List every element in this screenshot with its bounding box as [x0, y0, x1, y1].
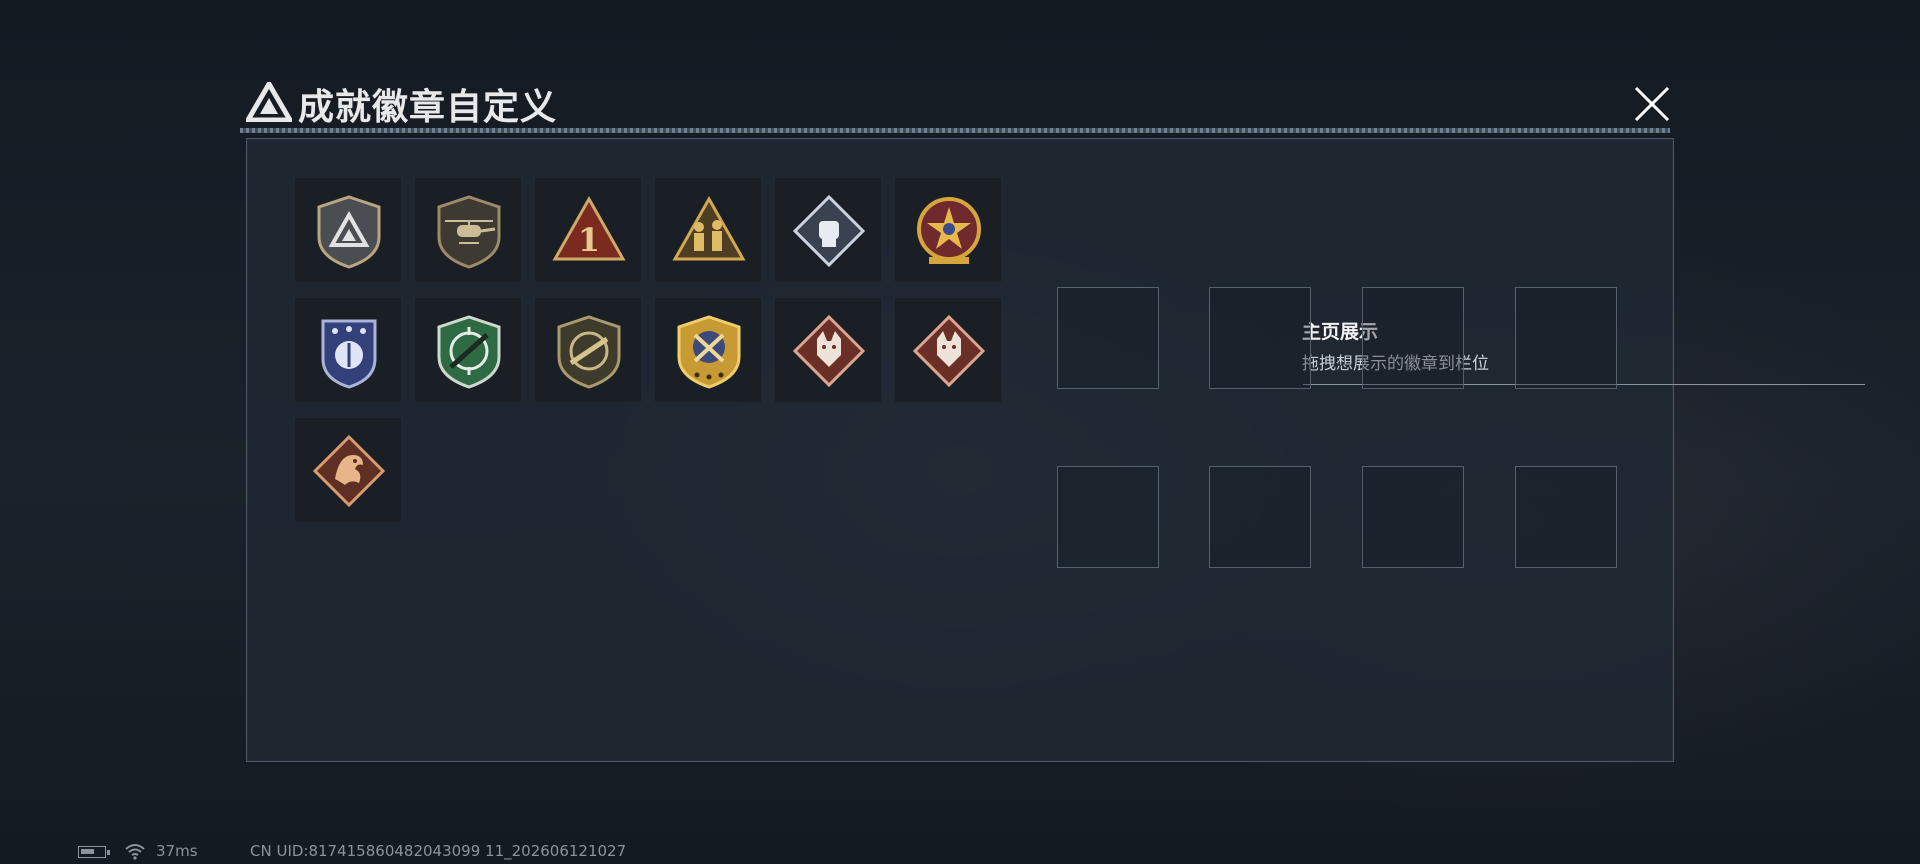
close-button[interactable] — [1628, 80, 1676, 128]
badge-slot-7[interactable] — [294, 297, 402, 403]
badge-slot-8[interactable] — [414, 297, 522, 403]
triangle-logo-icon — [246, 82, 292, 122]
header: 成就徽章自定义 — [240, 72, 1670, 133]
battery-level — [81, 849, 94, 854]
badge-slot-6[interactable] — [894, 177, 1002, 283]
number-one-triangle-badge-icon: 1 — [552, 195, 626, 261]
wolf-diamond-badge-icon — [912, 314, 986, 388]
badge-slot-5[interactable] — [774, 177, 882, 283]
battery-icon — [78, 846, 110, 858]
wifi-icon — [125, 844, 145, 860]
badge-slot-10[interactable] — [654, 297, 762, 403]
badge-panel: 1 主页展示 拖拽想展示的徽章到栏位 — [246, 138, 1865, 762]
showcase-slot-8[interactable] — [1515, 466, 1617, 568]
star-emblem-badge-icon — [917, 197, 981, 264]
badge-slot-3[interactable]: 1 — [534, 177, 642, 283]
showcase-slot-4[interactable] — [1515, 287, 1617, 389]
triangle-shield-badge-icon — [317, 195, 381, 269]
showcase-slot-1[interactable] — [1057, 287, 1159, 389]
showcase-slot-6[interactable] — [1209, 466, 1311, 568]
badge-slot-12[interactable] — [894, 297, 1002, 403]
title-underline — [240, 128, 1670, 133]
badge-slot-9[interactable] — [534, 297, 642, 403]
showcase-slot-7[interactable] — [1362, 466, 1464, 568]
gold-crossed-crest-badge-icon — [677, 315, 741, 389]
blue-crest-badge-icon — [321, 319, 377, 389]
badge-slot-2[interactable] — [414, 177, 522, 283]
uid-text: CN UID:817415860482043099 11_20260612102… — [250, 842, 627, 860]
green-crosshair-rifle-badge-icon — [437, 315, 501, 389]
helicopter-shield-badge-icon — [437, 195, 501, 269]
close-icon — [1634, 86, 1670, 122]
showcase-slot-2[interactable] — [1209, 287, 1311, 389]
badge-slot-13[interactable] — [294, 417, 402, 523]
page-title: 成就徽章自定义 — [298, 87, 558, 128]
badge-slot-11[interactable] — [774, 297, 882, 403]
badge-slot-4[interactable] — [654, 177, 762, 283]
svg-text:1: 1 — [578, 221, 600, 259]
badge-slot-1[interactable] — [294, 177, 402, 283]
soldiers-triangle-badge-icon — [672, 195, 746, 261]
wolf-diamond-badge-icon — [792, 314, 866, 388]
dragon-diamond-badge-icon — [312, 434, 386, 508]
showcase-slot-5[interactable] — [1057, 466, 1159, 568]
ping-readout: 37ms — [156, 842, 198, 860]
showcase-slot-3[interactable] — [1362, 287, 1464, 389]
fist-diamond-badge-icon — [792, 194, 866, 268]
bronze-rifle-badge-icon — [557, 315, 621, 389]
